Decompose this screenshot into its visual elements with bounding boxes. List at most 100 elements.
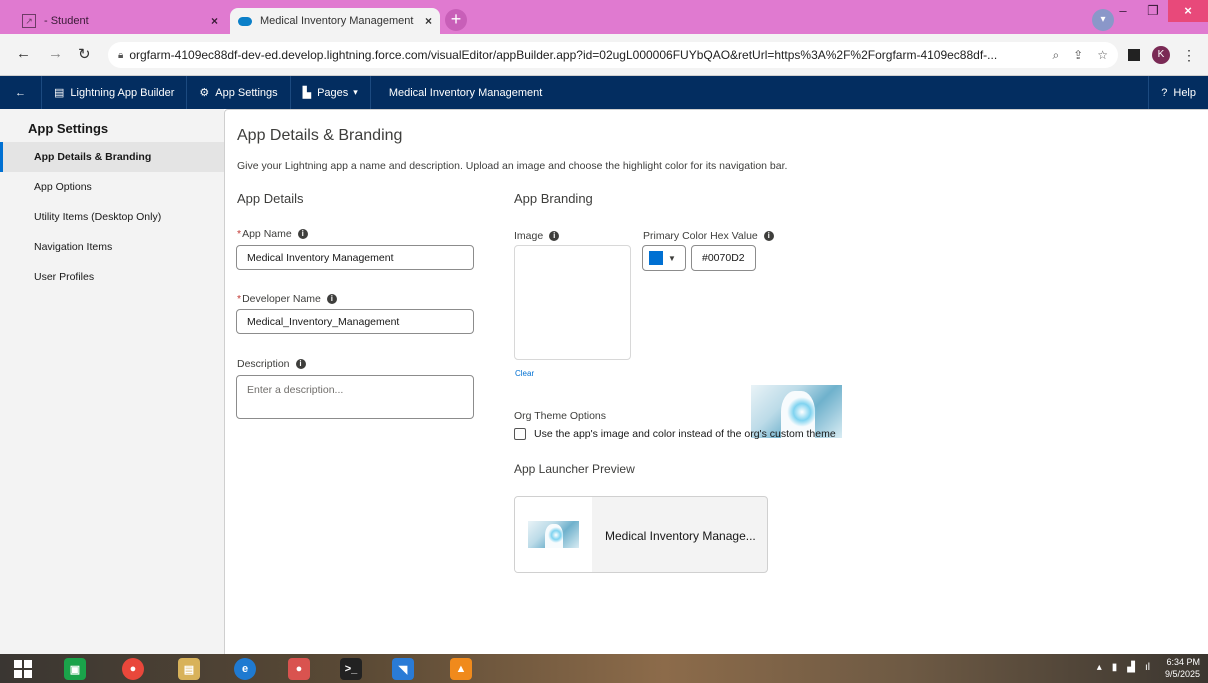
app-builder-icon: ▤ <box>54 87 65 99</box>
address-bar[interactable]: 🔒︎ orgfarm-4109ec88df-dev-ed.develop.lig… <box>108 42 1118 68</box>
zoom-icon[interactable]: ⌕ <box>1052 48 1059 63</box>
org-theme-label: Org Theme Options <box>514 410 607 422</box>
close-tab-icon[interactable]: × <box>211 14 218 28</box>
student-tab-icon: ↗ <box>22 14 36 28</box>
help-button[interactable]: ? Help <box>1148 76 1208 109</box>
app-launcher-preview-heading: App Launcher Preview <box>514 462 635 476</box>
windows-start-icon[interactable] <box>12 658 34 680</box>
share-icon[interactable]: ⇪ <box>1073 48 1083 63</box>
info-icon[interactable]: i <box>326 294 337 304</box>
window-controls: – ❐ × <box>1108 0 1208 24</box>
chrome-icon[interactable]: ● <box>122 658 144 680</box>
forward-arrow-icon[interactable]: → <box>48 45 63 62</box>
browser-toolbar: ← → ↻ 🔒︎ orgfarm-4109ec88df-dev-ed.devel… <box>0 34 1208 76</box>
sidebar-item-app-details-branding[interactable]: App Details & Branding <box>0 142 224 172</box>
lightning-app-builder-button[interactable]: ▤ Lightning App Builder <box>42 76 188 109</box>
app-branding-heading: App Branding <box>514 191 593 206</box>
app-name-input[interactable]: Medical Inventory Management <box>236 245 474 270</box>
header-app-name: Medical Inventory Management <box>388 86 543 99</box>
sidebar-item-user-profiles[interactable]: User Profiles <box>0 262 224 292</box>
use-app-theme-label: Use the app's image and color instead of… <box>534 428 836 440</box>
clock[interactable]: 6:34 PM 9/5/2025 <box>1165 656 1200 680</box>
lock-icon: 🔒︎ <box>118 49 124 61</box>
sidebar-item-utility-items[interactable]: Utility Items (Desktop Only) <box>0 202 224 232</box>
theme-option-row: Use the app's image and color instead of… <box>514 428 836 440</box>
battery-icon[interactable]: ▮ <box>1112 662 1118 673</box>
developer-name-input[interactable]: Medical_Inventory_Management <box>236 309 474 334</box>
page-icon: ▙ <box>302 87 312 99</box>
browser-menu-icon[interactable]: ⋮ <box>1182 47 1196 64</box>
app-builder-label: Lightning App Builder <box>70 86 175 99</box>
clear-image-link[interactable]: Clear <box>515 369 534 378</box>
color-picker-button[interactable]: ▼ <box>642 245 686 271</box>
app-launcher-preview-card: Medical Inventory Manage... <box>514 496 768 573</box>
minimize-icon[interactable]: – <box>1108 0 1138 22</box>
close-tab-icon[interactable]: × <box>425 14 432 28</box>
info-icon[interactable]: i <box>549 231 560 241</box>
chrome-profile-icon[interactable]: ● <box>288 658 310 680</box>
reload-icon[interactable]: ↻ <box>78 45 91 63</box>
bookmark-star-icon[interactable]: ☆ <box>1097 48 1108 63</box>
preview-app-image <box>528 521 579 548</box>
image-label: Image i <box>514 230 560 242</box>
page-description: Give your Lightning app a name and descr… <box>237 160 788 172</box>
info-icon[interactable]: i <box>297 229 308 239</box>
side-panel-icon[interactable] <box>1128 49 1140 61</box>
vscode-icon[interactable]: ◥ <box>392 658 414 680</box>
required-marker: * <box>237 293 242 305</box>
primary-color-label-text: Primary Color Hex Value <box>643 230 758 242</box>
info-icon[interactable]: i <box>763 231 774 241</box>
preview-app-name: Medical Inventory Manage... <box>605 529 756 543</box>
edge-icon[interactable]: e <box>234 658 256 680</box>
app-details-heading: App Details <box>237 191 304 206</box>
image-upload-box[interactable] <box>514 245 631 360</box>
tab-student[interactable]: ↗ - Student × <box>14 8 226 34</box>
sidebar-item-navigation-items[interactable]: Navigation Items <box>0 232 224 262</box>
description-label-text: Description <box>237 358 290 370</box>
tab-medical-inventory[interactable]: Medical Inventory Management × <box>230 8 440 34</box>
back-arrow-icon[interactable]: ← <box>16 45 31 62</box>
clock-date: 9/5/2025 <box>1164 669 1200 679</box>
image-label-text: Image <box>514 230 544 242</box>
terminal-icon[interactable]: >_ <box>340 658 362 680</box>
page-title: App Details & Branding <box>237 127 403 144</box>
browser-tab-strip: ↗ - Student × Medical Inventory Manageme… <box>0 0 1208 34</box>
use-app-theme-checkbox[interactable] <box>514 428 526 440</box>
settings-sidebar: App Settings App Details & Branding App … <box>0 109 224 654</box>
app-settings-button[interactable]: ⚙ App Settings <box>187 76 291 109</box>
network-icon[interactable]: ▟ <box>1127 662 1135 673</box>
tray-expand-icon[interactable]: ▴ <box>1097 662 1102 673</box>
description-textarea[interactable]: Enter a description... <box>236 375 474 419</box>
builder-back-button[interactable]: ← <box>0 76 42 109</box>
tab-title: - Student <box>44 15 89 27</box>
app-name-label-text: App Name <box>242 228 292 240</box>
store-icon[interactable]: ▣ <box>64 658 86 680</box>
gear-icon: ⚙ <box>199 87 210 99</box>
chevron-down-icon: ▾ <box>353 87 358 97</box>
url-text: orgfarm-4109ec88df-dev-ed.develop.lightn… <box>129 48 998 62</box>
help-icon: ? <box>1161 86 1168 99</box>
info-icon[interactable]: i <box>295 359 306 369</box>
window-close-icon[interactable]: × <box>1168 0 1208 22</box>
app-name-label: * App Name i <box>237 228 308 240</box>
salesforce-cloud-icon <box>238 16 252 26</box>
new-tab-button[interactable]: + <box>445 9 467 31</box>
developer-name-label-text: Developer Name <box>242 293 321 305</box>
builder-header: ← ▤ Lightning App Builder ⚙ App Settings… <box>0 76 1208 109</box>
pages-menu-button[interactable]: ▙ Pages ▾ <box>291 76 371 109</box>
required-marker: * <box>237 228 242 240</box>
help-label: Help <box>1173 86 1196 99</box>
file-explorer-icon[interactable]: ▤ <box>178 658 200 680</box>
windows-taskbar: ▣ ● ▤ e ● >_ ◥ ▲ ▴ ▮ ▟ ıl 6:34 PM 9/5/20… <box>0 654 1208 683</box>
main-panel: App Details & Branding Give your Lightni… <box>224 109 1208 654</box>
vlc-icon[interactable]: ▲ <box>450 658 472 680</box>
hex-color-input[interactable]: #0070D2 <box>691 245 756 271</box>
profile-avatar[interactable]: K <box>1152 46 1170 64</box>
sidebar-item-app-options[interactable]: App Options <box>0 172 224 202</box>
description-label: Description i <box>237 358 306 370</box>
signal-icon[interactable]: ıl <box>1145 662 1150 673</box>
color-swatch <box>649 251 663 265</box>
developer-name-label: * Developer Name i <box>237 293 337 305</box>
back-arrow-icon: ← <box>15 86 26 99</box>
restore-icon[interactable]: ❐ <box>1138 0 1168 22</box>
